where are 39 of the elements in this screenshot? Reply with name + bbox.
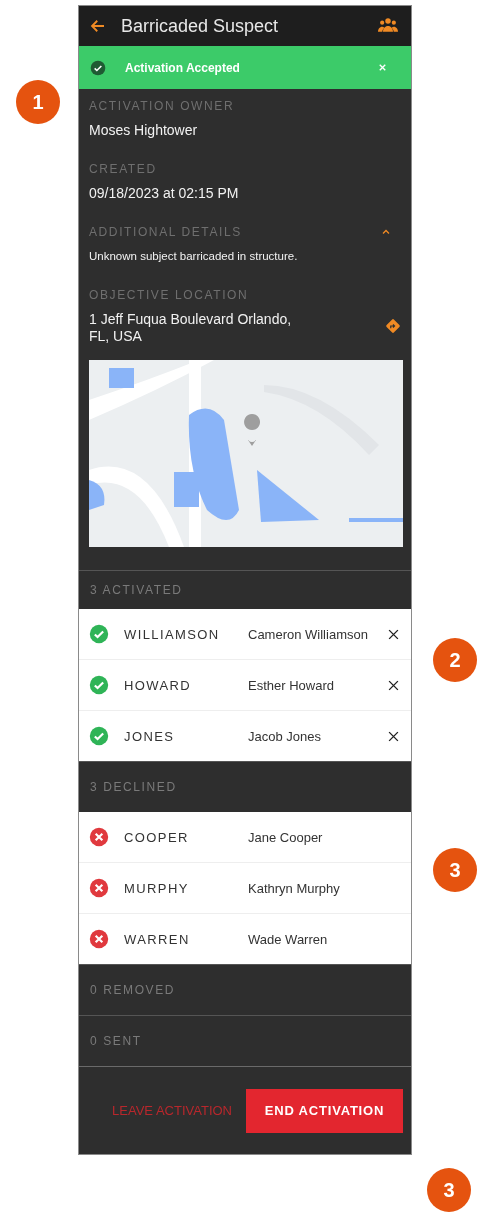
- declined-icon: [89, 878, 109, 898]
- member-surname: WILLIAMSON: [124, 626, 221, 642]
- field-value: 09/18/2023 at 02:15 PM: [89, 185, 239, 202]
- field-value: Unknown subject barricaded in structure.: [89, 249, 298, 264]
- member-surname: WARREN: [124, 931, 191, 947]
- declined-icon: [89, 827, 109, 847]
- field-label: OBJECTIVE LOCATION: [89, 287, 249, 304]
- member-surname: MURPHY: [124, 880, 190, 896]
- step-marker: 3: [427, 1168, 471, 1212]
- check-icon: [89, 675, 109, 695]
- field-value: Moses Hightower: [89, 122, 198, 139]
- back-icon[interactable]: [89, 17, 107, 35]
- step-marker: 3: [433, 848, 477, 892]
- field-label: CREATED: [89, 161, 157, 178]
- step-marker: 1: [16, 80, 60, 124]
- member-surname: JONES: [124, 728, 176, 744]
- end-activation-button[interactable]: END ACTIVATION: [246, 1088, 403, 1133]
- field-label: ACTIVATION OWNER: [89, 98, 235, 115]
- member-name: Wade Warren: [248, 931, 329, 947]
- member-name: Esther Howard: [248, 677, 335, 693]
- check-icon: [89, 624, 109, 644]
- step-marker: 2: [433, 638, 477, 682]
- section-title: 3 ACTIVATED: [90, 583, 183, 597]
- screen-title: Barricaded Suspect: [121, 15, 280, 37]
- declined-icon: [89, 929, 109, 949]
- banner-text: Activation Accepted: [125, 60, 241, 75]
- section-title: 0 REMOVED: [90, 983, 176, 997]
- member-name: Jane Cooper: [248, 829, 324, 845]
- check-icon: [90, 59, 106, 76]
- section-title: 3 DECLINED: [90, 780, 177, 794]
- member-name: Kathryn Murphy: [248, 880, 341, 896]
- member-name: Jacob Jones: [248, 728, 322, 744]
- field-value: 1 Jeff Fuqua Boulevard Orlando, FL, USA: [89, 311, 293, 345]
- field-label: ADDITIONAL DETAILS: [89, 224, 242, 241]
- member-name: Cameron Williamson: [248, 626, 369, 642]
- check-icon: [89, 726, 109, 746]
- member-surname: HOWARD: [124, 677, 193, 693]
- section-title: 0 SENT: [90, 1034, 142, 1048]
- member-surname: COOPER: [124, 829, 190, 845]
